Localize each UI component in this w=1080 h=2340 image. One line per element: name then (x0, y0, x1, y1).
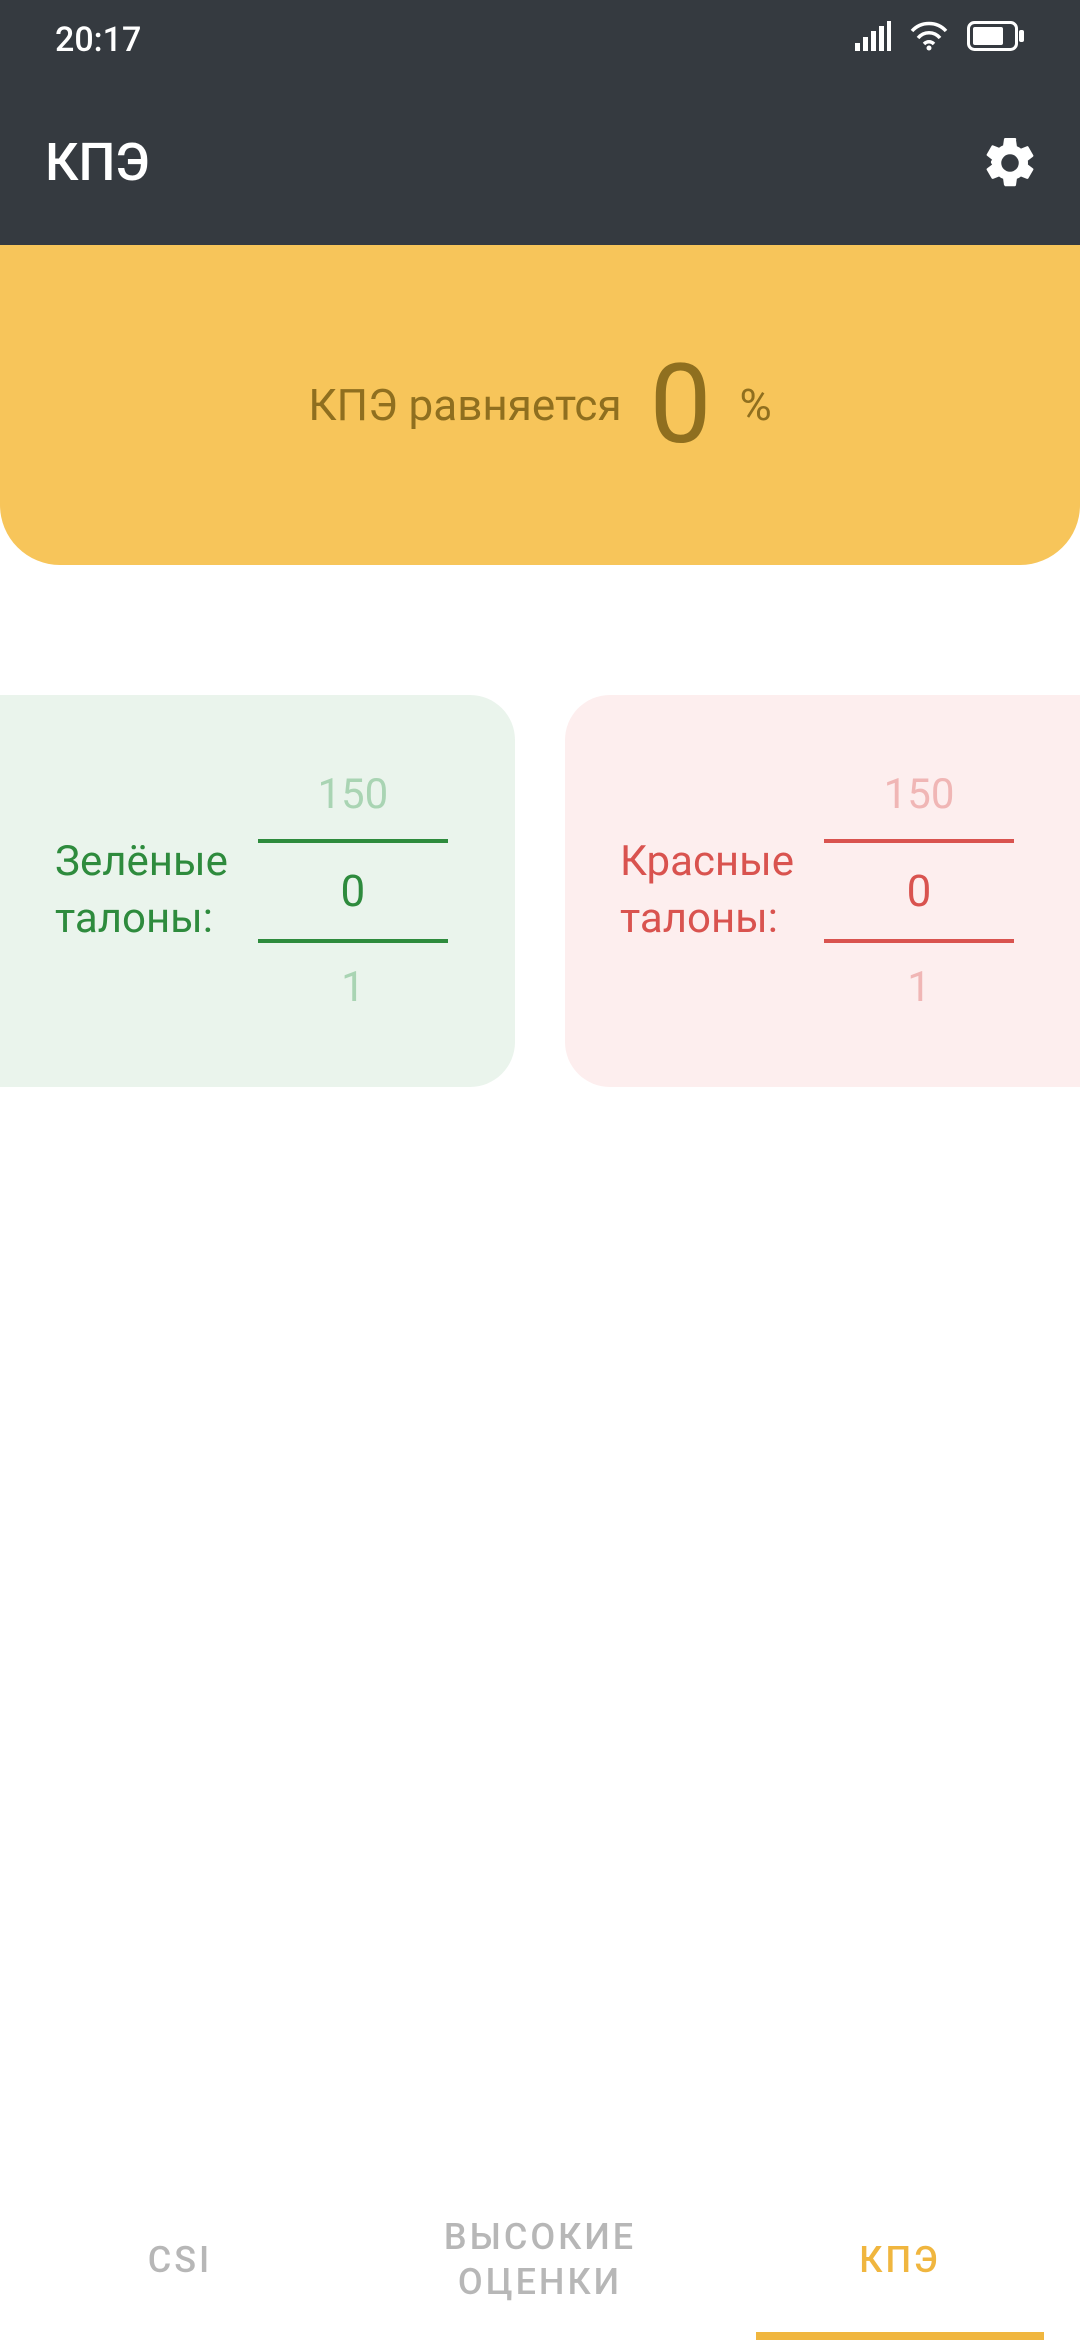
kpi-unit: % (739, 379, 771, 431)
tab-csi[interactable]: CSI (0, 2180, 360, 2340)
page-title: КПЭ (45, 132, 150, 193)
gear-icon[interactable] (980, 133, 1040, 193)
green-stepper-value[interactable]: 0 (258, 839, 448, 943)
status-icons (855, 20, 1025, 60)
tab-label: CSI (148, 2238, 213, 2283)
cards-row: Зелёныеталоны: 150 0 1 Красныеталоны: 15… (0, 695, 1080, 1087)
red-stepper-value[interactable]: 0 (824, 839, 1014, 943)
kpi-label: КПЭ равняется (308, 379, 621, 431)
tab-label: ВЫСОКИЕОЦЕНКИ (444, 2215, 636, 2305)
status-bar: 20:17 (0, 0, 1080, 80)
app-bar: КПЭ (0, 80, 1080, 245)
green-stepper-next[interactable]: 1 (341, 943, 365, 1032)
green-coupons-stepper[interactable]: 150 0 1 (258, 750, 448, 1032)
red-stepper-next[interactable]: 1 (907, 943, 931, 1032)
kpi-value: 0 (650, 350, 712, 460)
tab-label: КПЭ (859, 2238, 941, 2283)
tab-kpi[interactable]: КПЭ (720, 2180, 1080, 2340)
red-stepper-prev[interactable]: 150 (884, 750, 955, 839)
red-coupons-stepper[interactable]: 150 0 1 (824, 750, 1014, 1032)
status-time: 20:17 (55, 20, 141, 60)
hero-banner: КПЭ равняется 0 % (0, 245, 1080, 565)
signal-icon (855, 20, 891, 60)
battery-icon (967, 20, 1025, 60)
red-coupons-label: Красныеталоны: (620, 834, 794, 947)
red-coupons-card: Красныеталоны: 150 0 1 (565, 695, 1080, 1087)
bottom-nav: CSI ВЫСОКИЕОЦЕНКИ КПЭ (0, 2180, 1080, 2340)
wifi-icon (909, 20, 949, 60)
green-stepper-prev[interactable]: 150 (317, 750, 388, 839)
tab-high-ratings[interactable]: ВЫСОКИЕОЦЕНКИ (360, 2180, 720, 2340)
green-coupons-label: Зелёныеталоны: (55, 834, 228, 947)
green-coupons-card: Зелёныеталоны: 150 0 1 (0, 695, 515, 1087)
